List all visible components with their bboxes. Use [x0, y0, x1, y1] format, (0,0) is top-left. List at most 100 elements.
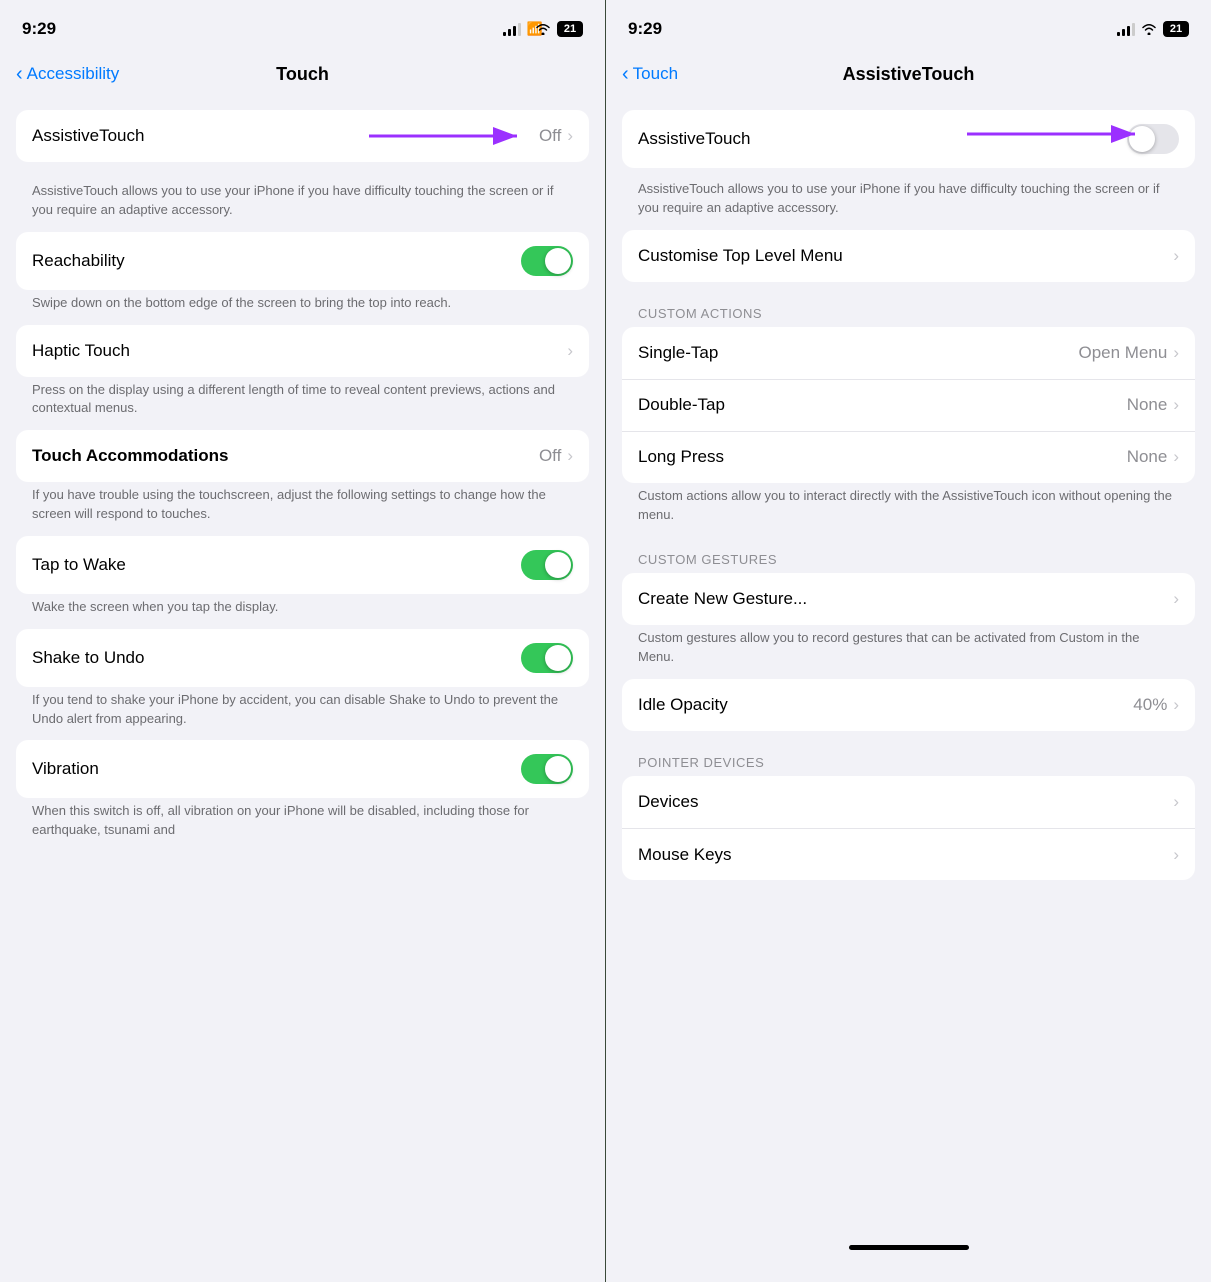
left-battery: 21: [557, 21, 583, 37]
idle-opacity-row[interactable]: Idle Opacity 40% ›: [622, 679, 1195, 731]
mouse-keys-chevron-icon: ›: [1173, 845, 1179, 865]
haptic-touch-chevron-icon: ›: [567, 341, 573, 361]
touch-accommodations-desc: If you have trouble using the touchscree…: [16, 482, 589, 536]
right-back-chevron-icon: ‹: [622, 64, 629, 84]
left-content: AssistiveTouch Off › AssistiveTouch allo…: [0, 102, 605, 1282]
assistive-touch-value: Off: [539, 126, 561, 146]
shake-to-undo-label: Shake to Undo: [32, 648, 144, 668]
create-gesture-row[interactable]: Create New Gesture... ›: [622, 573, 1195, 625]
devices-row[interactable]: Devices ›: [622, 776, 1195, 828]
left-back-chevron-icon: ‹: [16, 64, 23, 84]
custom-actions-desc: Custom actions allow you to interact dir…: [622, 483, 1195, 537]
devices-chevron-icon: ›: [1173, 792, 1179, 812]
vibration-label: Vibration: [32, 759, 99, 779]
single-tap-label: Single-Tap: [638, 343, 718, 363]
double-tap-label: Double-Tap: [638, 395, 725, 415]
haptic-touch-label: Haptic Touch: [32, 341, 130, 361]
customise-menu-chevron-icon: ›: [1173, 246, 1179, 266]
tap-to-wake-toggle[interactable]: [521, 550, 573, 580]
right-assistive-touch-desc: AssistiveTouch allows you to use your iP…: [622, 176, 1195, 230]
reachability-row[interactable]: Reachability: [16, 232, 589, 290]
custom-gestures-desc: Custom gestures allow you to record gest…: [622, 625, 1195, 679]
touch-accommodations-chevron-icon: ›: [567, 446, 573, 466]
haptic-touch-row[interactable]: Haptic Touch ›: [16, 325, 589, 377]
right-nav-bar: ‹ Touch AssistiveTouch: [606, 50, 1211, 102]
left-status-bar: 9:29 📶 21: [0, 0, 605, 50]
vibration-row[interactable]: Vibration: [16, 740, 589, 798]
right-assistive-touch-card[interactable]: AssistiveTouch: [622, 110, 1195, 168]
left-nav-title: Touch: [276, 64, 329, 85]
right-wifi-icon: [1141, 23, 1157, 35]
tap-to-wake-row[interactable]: Tap to Wake: [16, 536, 589, 594]
long-press-chevron-icon: ›: [1173, 447, 1179, 467]
left-time: 9:29: [22, 19, 56, 39]
long-press-row[interactable]: Long Press None ›: [622, 431, 1195, 483]
haptic-touch-desc: Press on the display using a different l…: [16, 377, 589, 431]
single-tap-row[interactable]: Single-Tap Open Menu ›: [622, 327, 1195, 379]
double-tap-chevron-icon: ›: [1173, 395, 1179, 415]
mouse-keys-row[interactable]: Mouse Keys ›: [622, 828, 1195, 880]
vibration-card[interactable]: Vibration: [16, 740, 589, 798]
customise-menu-card[interactable]: Customise Top Level Menu ›: [622, 230, 1195, 282]
left-status-icons: 📶 21: [503, 21, 583, 37]
right-time: 9:29: [628, 19, 662, 39]
vibration-toggle[interactable]: [521, 754, 573, 784]
haptic-touch-card[interactable]: Haptic Touch ›: [16, 325, 589, 377]
assistive-touch-group: AssistiveTouch Off ›: [16, 110, 589, 170]
assistive-touch-row[interactable]: AssistiveTouch Off ›: [16, 110, 589, 162]
right-assistive-touch-label: AssistiveTouch: [638, 129, 750, 149]
right-nav-title: AssistiveTouch: [843, 64, 975, 85]
idle-opacity-card[interactable]: Idle Opacity 40% ›: [622, 679, 1195, 731]
right-assistive-touch-group: AssistiveTouch: [622, 110, 1195, 176]
reachability-desc: Swipe down on the bottom edge of the scr…: [16, 290, 589, 325]
right-assistive-touch-toggle[interactable]: [1127, 124, 1179, 154]
tap-to-wake-label: Tap to Wake: [32, 555, 126, 575]
right-battery: 21: [1163, 21, 1189, 37]
devices-label: Devices: [638, 792, 698, 812]
pointer-devices-header: POINTER DEVICES: [622, 739, 1195, 776]
vibration-desc: When this switch is off, all vibration o…: [16, 798, 589, 852]
long-press-label: Long Press: [638, 447, 724, 467]
shake-to-undo-card[interactable]: Shake to Undo: [16, 629, 589, 687]
create-gesture-chevron-icon: ›: [1173, 589, 1179, 609]
double-tap-row[interactable]: Double-Tap None ›: [622, 379, 1195, 431]
right-back-button[interactable]: ‹ Touch: [622, 64, 678, 84]
create-gesture-label: Create New Gesture...: [638, 589, 807, 609]
right-signal-icon: [1117, 22, 1135, 36]
signal-icon: [503, 22, 521, 36]
shake-to-undo-desc: If you tend to shake your iPhone by acci…: [16, 687, 589, 741]
left-panel: 9:29 📶 21 ‹ Accessibility Touch: [0, 0, 605, 1282]
tap-to-wake-desc: Wake the screen when you tap the display…: [16, 594, 589, 629]
pointer-devices-card: Devices › Mouse Keys ›: [622, 776, 1195, 880]
tap-to-wake-card[interactable]: Tap to Wake: [16, 536, 589, 594]
reachability-card[interactable]: Reachability: [16, 232, 589, 290]
idle-opacity-label: Idle Opacity: [638, 695, 728, 715]
custom-gestures-card[interactable]: Create New Gesture... ›: [622, 573, 1195, 625]
reachability-toggle[interactable]: [521, 246, 573, 276]
customise-menu-row[interactable]: Customise Top Level Menu ›: [622, 230, 1195, 282]
mouse-keys-label: Mouse Keys: [638, 845, 732, 865]
assistive-touch-desc: AssistiveTouch allows you to use your iP…: [16, 178, 589, 232]
single-tap-chevron-icon: ›: [1173, 343, 1179, 363]
home-indicator: [849, 1245, 969, 1250]
right-content: AssistiveTouch AssistiveTouch allows you…: [606, 102, 1211, 1282]
reachability-label: Reachability: [32, 251, 125, 271]
single-tap-value: Open Menu: [1078, 343, 1167, 363]
custom-gestures-header: CUSTOM GESTURES: [622, 536, 1195, 573]
idle-opacity-value: 40%: [1133, 695, 1167, 715]
assistive-touch-card[interactable]: AssistiveTouch Off ›: [16, 110, 589, 162]
left-nav-bar: ‹ Accessibility Touch: [0, 50, 605, 102]
left-back-button[interactable]: ‹ Accessibility: [16, 64, 119, 84]
idle-opacity-chevron-icon: ›: [1173, 695, 1179, 715]
touch-accommodations-card[interactable]: Touch Accommodations Off ›: [16, 430, 589, 482]
shake-to-undo-row[interactable]: Shake to Undo: [16, 629, 589, 687]
touch-accommodations-row[interactable]: Touch Accommodations Off ›: [16, 430, 589, 482]
assistive-touch-chevron-icon: ›: [567, 126, 573, 146]
long-press-value: None: [1127, 447, 1168, 467]
right-assistive-touch-row[interactable]: AssistiveTouch: [622, 110, 1195, 168]
custom-actions-card: Single-Tap Open Menu › Double-Tap None ›…: [622, 327, 1195, 483]
assistive-touch-label: AssistiveTouch: [32, 126, 144, 146]
right-panel: 9:29 21 ‹ Touch AssistiveTouch: [606, 0, 1211, 1282]
touch-accommodations-value: Off: [539, 446, 561, 466]
shake-to-undo-toggle[interactable]: [521, 643, 573, 673]
